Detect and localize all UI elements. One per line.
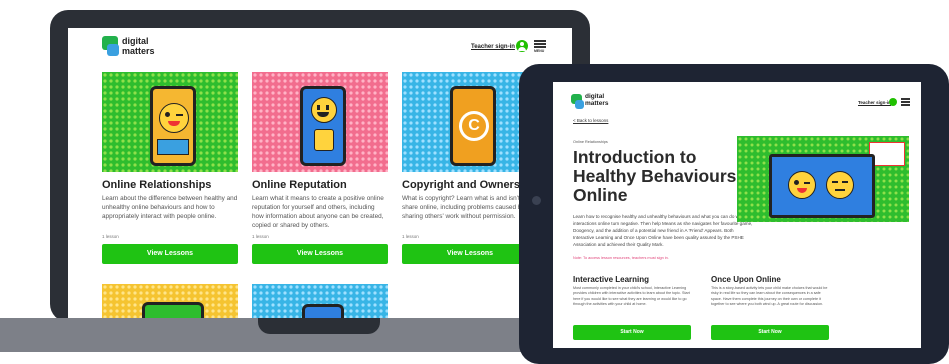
phone-icon (150, 86, 196, 166)
card-image-online-relationships[interactable] (102, 72, 238, 172)
intro-text: Learn how to recognise healthy and unhea… (573, 214, 753, 247)
signin-note: Note: To access lesson resources, teache… (573, 256, 669, 260)
hamburger-icon (534, 40, 546, 42)
section-title: Once Upon Online (711, 275, 781, 284)
logo-text-line1: digital (122, 36, 149, 46)
menu-button[interactable] (901, 97, 910, 106)
card-description: Learn what it means to create a positive… (252, 195, 384, 229)
section-description: This is a story-based activity lets your… (711, 286, 828, 307)
teacher-signin-link[interactable]: Teacher sign-in (471, 44, 515, 50)
card-image-online-reputation[interactable] (252, 72, 388, 172)
hamburger-icon (901, 98, 910, 100)
lesson-count: 1 lesson (402, 234, 419, 239)
start-now-button[interactable]: Start Now (573, 325, 691, 340)
phone-icon (302, 304, 344, 318)
hero-image (737, 136, 909, 222)
user-icon[interactable] (889, 98, 897, 106)
menu-button[interactable]: MENU (534, 38, 546, 56)
card-title[interactable]: Online Relationships (102, 179, 211, 191)
logo-text-line2: matters (585, 100, 609, 107)
tablet-screen: digital matters Teacher sign-in < Back t… (553, 82, 921, 348)
phone-icon (142, 302, 204, 318)
card-image-partial[interactable] (102, 284, 238, 318)
card-description: Learn about the difference between healt… (102, 195, 238, 220)
category-label: Online Relationships (573, 140, 608, 144)
page-title: Introduction to Healthy Behaviours Onlin… (573, 147, 737, 205)
card-image-copyright-ownership[interactable]: C (402, 72, 538, 172)
tablet-camera (532, 196, 541, 205)
laptop-illustration-icon (769, 154, 875, 218)
copyright-icon: C (459, 111, 489, 141)
card-title[interactable]: Online Reputation (252, 179, 347, 191)
unamused-emoji-icon (826, 171, 854, 199)
laptop-notch (258, 318, 380, 334)
laptop-screen: digital matters Teacher sign-in MENU Onl… (68, 28, 572, 318)
card-image-partial[interactable] (252, 284, 388, 318)
section-description: Most commonly completed in your child's … (573, 286, 690, 307)
winking-emoji-icon (159, 103, 189, 133)
view-lessons-button[interactable]: View Lessons (102, 244, 238, 264)
site-logo[interactable]: digital matters (571, 93, 631, 112)
phone-icon (300, 86, 346, 166)
lesson-count: 1 lesson (252, 234, 269, 239)
phone-icon: C (450, 86, 496, 166)
start-now-button[interactable]: Start Now (711, 325, 829, 340)
winking-emoji-icon (788, 171, 816, 199)
back-to-lessons-link[interactable]: < Back to lessons (573, 118, 608, 123)
section-title: Interactive Learning (573, 275, 650, 284)
view-lessons-button[interactable]: View Lessons (252, 244, 388, 264)
thumbs-up-icon (314, 129, 334, 151)
card-title[interactable]: Copyright and Ownership (402, 179, 536, 191)
menu-label: MENU (534, 49, 545, 53)
user-icon[interactable] (516, 40, 528, 52)
smiling-emoji-icon (311, 97, 337, 123)
view-lessons-button[interactable]: View Lessons (402, 244, 538, 264)
site-logo[interactable]: digital matters (102, 36, 182, 58)
teacher-signin-link[interactable]: Teacher sign-in (858, 100, 891, 105)
logo-icon (107, 44, 119, 56)
logo-icon (575, 100, 584, 109)
card-description: What is copyright? Learn what is and isn… (402, 195, 536, 220)
lesson-count: 1 lesson (102, 234, 119, 239)
logo-text-line2: matters (122, 46, 155, 56)
